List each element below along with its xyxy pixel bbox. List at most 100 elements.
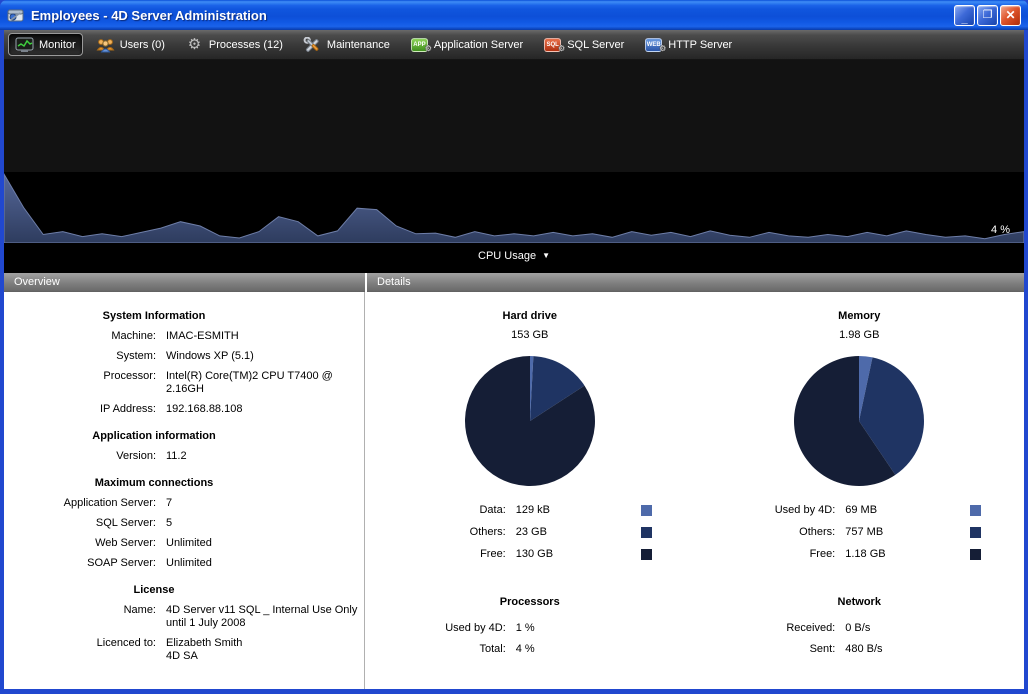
info-label: Licenced to:	[4, 637, 156, 663]
details-header: Details	[367, 273, 1024, 292]
info-row: Web Server:Unlimited	[4, 537, 364, 550]
overview-panel: System Information Machine:IMAC-ESMITH S…	[4, 292, 365, 689]
legend-value: 129 kB	[516, 504, 641, 517]
info-row: Licenced to:Elizabeth Smith4D SA	[4, 637, 364, 663]
cpu-graph-panel: 4 % CPU Usage▼	[4, 60, 1024, 273]
info-row: Version:11.2	[4, 450, 364, 463]
toolbar-button-http-server[interactable]: WEB⚙ HTTP Server	[637, 33, 739, 56]
close-button[interactable]: ✕	[1000, 5, 1021, 26]
info-value: IMAC-ESMITH	[166, 330, 364, 343]
info-label: Name:	[4, 604, 156, 630]
legend-row: Others: 757 MB	[723, 526, 995, 539]
info-value: Intel(R) Core(TM)2 CPU T7400 @ 2.16GH	[166, 370, 364, 396]
legend-row: Used by 4D: 69 MB	[723, 504, 995, 517]
chart-total: 1.98 GB	[695, 329, 1025, 341]
stat-row: Total:4 %	[394, 643, 666, 656]
legend-swatch	[970, 527, 981, 538]
info-value: Unlimited	[166, 557, 364, 570]
legend-swatch	[641, 549, 652, 560]
stat-value: 1 %	[516, 622, 666, 635]
stat-value: 0 B/s	[845, 622, 995, 635]
info-row: SOAP Server: Unlimited	[4, 557, 364, 570]
toolbar: Monitor Users (0) ⚙ Processe	[4, 30, 1024, 60]
cpu-area-chart	[4, 172, 1024, 243]
info-label: System:	[4, 350, 156, 363]
toolbar-button-application-server[interactable]: APP⚙ Application Server	[403, 33, 530, 56]
section-heading: Processors	[365, 596, 695, 608]
hard-drive-pie-chart	[460, 351, 600, 491]
info-value: 192.168.88.108	[166, 403, 364, 416]
window-title: Employees - 4D Server Administration	[31, 8, 952, 23]
legend-value: 23 GB	[516, 526, 641, 539]
chart-title: Memory	[695, 310, 1025, 322]
legend-value: 69 MB	[845, 504, 970, 517]
processors-section: Processors Used by 4D:1 % Total:4 %	[365, 570, 695, 664]
info-label: IP Address:	[4, 403, 156, 416]
info-label: Processor:	[4, 370, 156, 396]
memory-section: Memory 1.98 GB Used by 4D: 69 MB Others: 7…	[695, 292, 1025, 570]
info-row: SQL Server: 5	[4, 517, 364, 530]
section-heading: Maximum connections	[4, 477, 304, 489]
info-row: IP Address: 192.168.88.108	[4, 403, 364, 416]
info-label: Application Server:	[4, 497, 156, 510]
info-row: Processor: Intel(R) Core(TM)2 CPU T7400 @…	[4, 370, 364, 396]
section-heading: Network	[695, 596, 1025, 608]
legend-value: 757 MB	[845, 526, 970, 539]
users-icon	[96, 36, 115, 53]
minimize-button[interactable]: _	[954, 5, 975, 26]
info-label: SQL Server:	[4, 517, 156, 530]
hard-drive-legend: Data:129 kB Others:23 GB Free:130 GB	[394, 504, 666, 561]
legend-row: Data: 129 kB	[394, 504, 666, 517]
toolbar-button-maintenance[interactable]: Maintenance	[296, 33, 397, 56]
content-area: System Information Machine:IMAC-ESMITH S…	[4, 292, 1024, 689]
toolbar-button-processes[interactable]: ⚙ Processes (12)	[178, 33, 290, 56]
maximize-button[interactable]: ❐	[977, 5, 998, 26]
legend-row: Others: 23 GB	[394, 526, 666, 539]
app-window: Employees - 4D Server Administration _ ❐…	[0, 0, 1028, 694]
section-heading: Application information	[4, 430, 304, 442]
titlebar: Employees - 4D Server Administration _ ❐…	[0, 0, 1028, 30]
toolbar-button-users[interactable]: Users (0)	[89, 33, 172, 56]
stat-row: Used by 4D:1 %	[394, 622, 666, 635]
monitor-icon	[15, 36, 34, 53]
legend-label: Others:	[723, 526, 835, 539]
info-label: Web Server:	[4, 537, 156, 550]
legend-swatch	[970, 549, 981, 560]
info-value: Windows XP (5.1)	[166, 350, 364, 363]
legend-label: Others:	[394, 526, 506, 539]
app-icon	[7, 7, 25, 23]
legend-value: 130 GB	[516, 548, 641, 561]
legend-swatch	[970, 505, 981, 516]
cpu-current-value: 4 %	[991, 224, 1010, 236]
maintenance-icon	[303, 36, 322, 53]
chart-title: Hard drive	[365, 310, 695, 322]
window-body: Monitor Users (0) ⚙ Processe	[4, 30, 1024, 689]
legend-label: Data:	[394, 504, 506, 517]
hard-drive-section: Hard drive 153 GB Data: 129 kB Others: 23 …	[365, 292, 695, 570]
overview-header: Overview	[4, 273, 365, 292]
info-label: SOAP Server:	[4, 557, 156, 570]
legend-row: Free:1.18 GB	[723, 548, 995, 561]
stat-value: 480 B/s	[845, 643, 995, 656]
info-value: 7	[166, 497, 364, 510]
stat-row: Received:0 B/s	[723, 622, 995, 635]
memory-legend: Used by 4D: 69 MB Others: 757 MB Free:1.18…	[723, 504, 995, 561]
info-value: 11.2	[166, 450, 364, 463]
memory-pie-chart	[789, 351, 929, 491]
info-row: Name:4D Server v11 SQL _ Internal Use On…	[4, 604, 364, 630]
panel-headers: Overview Details	[4, 273, 1024, 292]
info-value: 5	[166, 517, 364, 530]
legend-label: Used by 4D:	[723, 504, 835, 517]
stat-label: Total:	[394, 643, 506, 656]
toolbar-button-monitor[interactable]: Monitor	[8, 33, 83, 56]
info-row: System: Windows XP (5.1)	[4, 350, 364, 363]
chart-total: 153 GB	[365, 329, 695, 341]
info-label: Machine:	[4, 330, 156, 343]
network-section: Network Received:0 B/s Sent:480 B/s	[695, 570, 1025, 664]
info-row: Application Server: 7	[4, 497, 364, 510]
stat-row: Sent:480 B/s	[723, 643, 995, 656]
legend-swatch	[641, 527, 652, 538]
info-row: Machine: IMAC-ESMITH	[4, 330, 364, 343]
cpu-usage-selector[interactable]: CPU Usage▼	[4, 250, 1024, 262]
toolbar-button-sql-server[interactable]: SQL⚙ SQL Server	[536, 33, 631, 56]
